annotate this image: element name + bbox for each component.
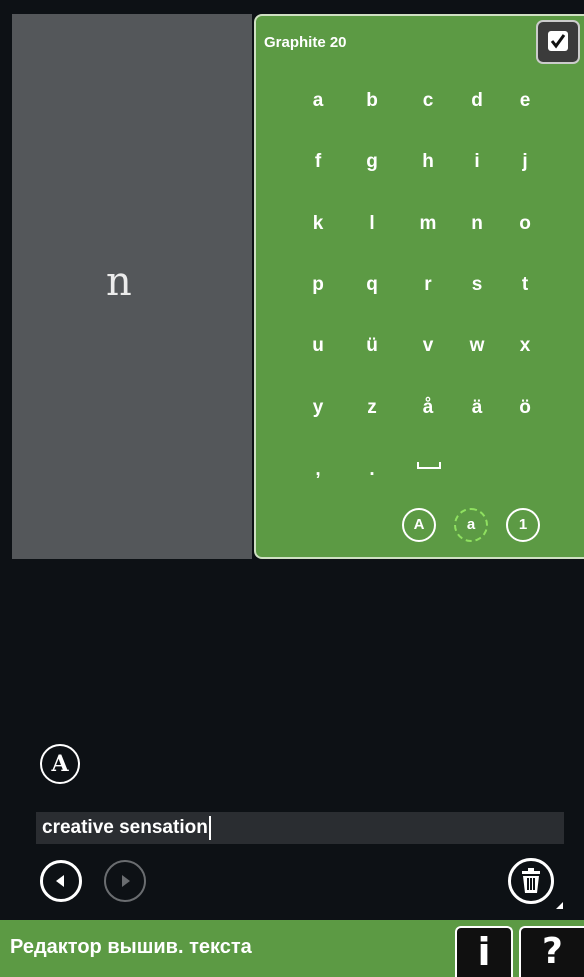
embroidery-preview: [12, 14, 252, 559]
space-bar-icon: [417, 462, 441, 469]
confirm-button[interactable]: [536, 20, 580, 64]
key-label: i: [474, 151, 480, 172]
key-label: v: [422, 335, 434, 356]
key-2-1[interactable]: l: [350, 206, 394, 242]
key-3-3[interactable]: s: [455, 267, 499, 303]
key-4-0[interactable]: u: [296, 328, 340, 364]
key-label: y: [312, 397, 324, 418]
key-label: ä: [471, 397, 483, 418]
key-4-4[interactable]: x: [503, 328, 547, 364]
key-3-1[interactable]: q: [350, 267, 394, 303]
key-label: q: [366, 274, 378, 295]
text-caret: [208, 815, 211, 840]
key-0-4[interactable]: e: [503, 83, 547, 119]
key-label: ü: [366, 335, 378, 356]
screen-title: Редактор вышив. текста: [10, 936, 252, 958]
key-label: a: [312, 90, 324, 111]
cursor-left-button[interactable]: [40, 860, 82, 902]
key-0-1[interactable]: b: [350, 83, 394, 119]
key-5-0[interactable]: y: [296, 390, 340, 426]
font-style-button[interactable]: A: [40, 744, 80, 784]
key-label: o: [519, 213, 531, 234]
key-2-2[interactable]: m: [406, 206, 450, 242]
help-button[interactable]: ?: [519, 926, 584, 977]
key-1-2[interactable]: h: [406, 144, 450, 180]
key-3-2[interactable]: r: [406, 267, 450, 303]
key-label: ö: [519, 397, 531, 418]
arrow-right-icon: [122, 875, 130, 887]
key-label: k: [312, 213, 324, 234]
arrow-left-icon: [56, 875, 64, 887]
key-6-1[interactable]: .: [350, 452, 394, 488]
key-label: .: [369, 459, 375, 480]
key-label: u: [312, 335, 324, 356]
key-5-3[interactable]: ä: [455, 390, 499, 426]
key-label: å: [422, 397, 434, 418]
key-label: r: [424, 274, 432, 295]
key-5-1[interactable]: z: [350, 390, 394, 426]
key-label: d: [471, 90, 483, 111]
key-label: ,: [315, 459, 321, 480]
key-0-0[interactable]: a: [296, 83, 340, 119]
key-label: s: [471, 274, 483, 295]
key-6-0[interactable]: ,: [296, 452, 340, 488]
numbers-button[interactable]: 1: [506, 508, 540, 542]
font-name: Graphite 20: [264, 34, 347, 51]
key-label: h: [422, 151, 434, 172]
corner-indicator: [556, 902, 563, 909]
key-5-2[interactable]: å: [406, 390, 450, 426]
key-label: e: [519, 90, 531, 111]
key-2-3[interactable]: n: [455, 206, 499, 242]
key-5-4[interactable]: ö: [503, 390, 547, 426]
key-label: g: [366, 151, 378, 172]
key-label: l: [369, 213, 375, 234]
key-label: z: [367, 397, 377, 418]
key-2-0[interactable]: k: [296, 206, 340, 242]
lowercase-button[interactable]: a: [454, 508, 488, 542]
key-0-2[interactable]: c: [406, 83, 450, 119]
preview-glyph: n: [106, 259, 132, 305]
uppercase-button[interactable]: A: [402, 508, 436, 542]
key-label: b: [366, 90, 378, 111]
key-label: t: [521, 274, 529, 295]
key-label: w: [469, 335, 485, 356]
trash-icon: [522, 868, 540, 893]
key-label: x: [519, 335, 531, 356]
key-3-4[interactable]: t: [503, 267, 547, 303]
key-4-1[interactable]: ü: [350, 328, 394, 364]
key-1-1[interactable]: g: [350, 144, 394, 180]
key-1-4[interactable]: j: [503, 144, 547, 180]
key-label: n: [471, 213, 483, 234]
key-label: j: [522, 151, 528, 172]
key-4-3[interactable]: w: [455, 328, 499, 364]
key-space[interactable]: [406, 452, 450, 488]
key-label: c: [422, 90, 434, 111]
key-0-3[interactable]: d: [455, 83, 499, 119]
key-2-4[interactable]: o: [503, 206, 547, 242]
info-button[interactable]: i: [455, 926, 513, 977]
key-4-2[interactable]: v: [406, 328, 450, 364]
key-3-0[interactable]: p: [296, 267, 340, 303]
cursor-right-button[interactable]: [104, 860, 146, 902]
checkmark-icon: [548, 31, 568, 51]
key-label: f: [314, 151, 322, 172]
key-label: m: [419, 213, 437, 234]
text-input[interactable]: creative sensation: [36, 812, 564, 844]
key-label: p: [312, 274, 324, 295]
text-value: creative sensation: [42, 817, 208, 838]
key-1-0[interactable]: f: [296, 144, 340, 180]
delete-button[interactable]: [508, 858, 554, 904]
key-1-3[interactable]: i: [455, 144, 499, 180]
